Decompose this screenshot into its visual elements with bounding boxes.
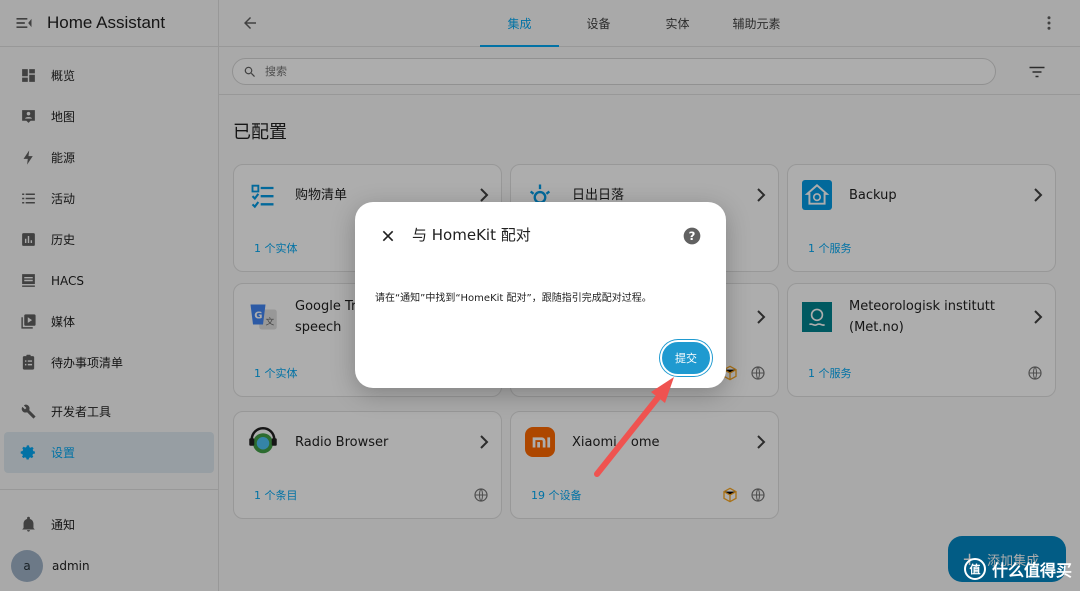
close-icon[interactable] [380,228,396,244]
help-icon[interactable]: ? [682,226,702,246]
homekit-pair-dialog: 与 HomeKit 配对 ? 请在“通知”中找到“HomeKit 配对”，跟随指… [355,202,726,388]
watermark: 值 什么值得买 [963,557,1072,581]
watermark-badge: 值 [963,558,986,580]
svg-text:?: ? [689,229,696,243]
watermark-text: 什么值得买 [991,561,1072,580]
submit-button[interactable]: 提交 [660,340,712,376]
dialog-title: 与 HomeKit 配对 [412,226,531,244]
dialog-body: 请在“通知”中找到“HomeKit 配对”，跟随指引完成配对过程。 [375,293,652,304]
